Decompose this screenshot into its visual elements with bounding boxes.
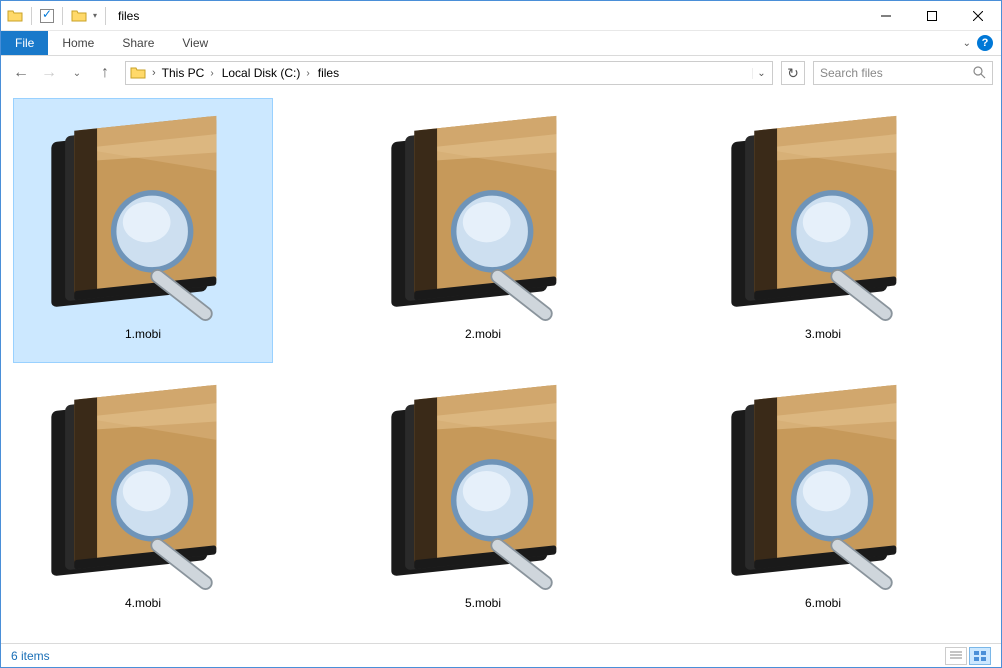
file-item[interactable]: 5.mobi [353,367,613,632]
search-icon [972,65,986,82]
ribbon: File Home Share View ⌄ ? [1,31,1001,56]
mobi-file-icon [28,372,258,592]
separator [105,7,106,25]
file-name: 1.mobi [125,327,161,341]
tab-view[interactable]: View [168,31,222,55]
breadcrumb-segment[interactable]: Local Disk (C:) › [218,66,314,80]
mobi-file-icon [368,103,598,323]
file-name: 6.mobi [805,596,841,610]
tab-file[interactable]: File [1,31,48,55]
item-count: 6 items [11,649,50,663]
file-name: 3.mobi [805,327,841,341]
qat-dropdown-icon[interactable]: ▾ [93,11,97,20]
file-name: 5.mobi [465,596,501,610]
separator [31,7,32,25]
navigation-bar: ← → ⌄ ↑ › This PC › Local Disk (C:) › fi… [1,56,1001,90]
quick-access-toolbar: ▾ [7,7,110,25]
close-button[interactable] [955,1,1001,31]
file-name: 4.mobi [125,596,161,610]
file-item[interactable]: 4.mobi [13,367,273,632]
recent-locations-button[interactable]: ⌄ [65,61,89,85]
mobi-file-icon [368,372,598,592]
breadcrumb-label: Local Disk (C:) [222,66,301,80]
help-icon[interactable]: ? [977,35,993,51]
address-dropdown-icon[interactable]: ⌄ [752,68,770,79]
breadcrumb-segment[interactable]: files [314,66,343,80]
chevron-right-icon[interactable]: › [210,68,213,79]
file-grid: 1.mobi 2.mobi 3.mobi 4.mobi 5.mobi 6.mob… [13,98,989,632]
up-button[interactable]: ↑ [93,61,117,85]
search-placeholder: Search files [820,66,883,80]
content-area[interactable]: 1.mobi 2.mobi 3.mobi 4.mobi 5.mobi 6.mob… [1,90,1001,643]
file-item[interactable]: 6.mobi [693,367,953,632]
refresh-button[interactable]: ↻ [781,61,805,85]
breadcrumb-label: This PC [162,66,205,80]
chevron-right-icon[interactable]: › [150,67,158,79]
file-name: 2.mobi [465,327,501,341]
window-controls [863,1,1001,31]
address-bar[interactable]: › This PC › Local Disk (C:) › files ⌄ [125,61,773,85]
folder-icon [71,8,87,24]
minimize-button[interactable] [863,1,909,31]
mobi-file-icon [28,103,258,323]
folder-icon [7,8,23,24]
mobi-file-icon [708,372,938,592]
tab-share[interactable]: Share [108,31,168,55]
properties-qat-icon[interactable] [40,9,54,23]
mobi-file-icon [708,103,938,323]
title-bar: ▾ files [1,1,1001,31]
back-button[interactable]: ← [9,61,33,85]
search-input[interactable]: Search files [813,61,993,85]
forward-button[interactable]: → [37,61,61,85]
folder-icon [130,65,146,81]
file-item[interactable]: 2.mobi [353,98,613,363]
details-view-button[interactable] [945,647,967,665]
breadcrumb-segment[interactable]: This PC › [158,66,218,80]
maximize-button[interactable] [909,1,955,31]
file-item[interactable]: 1.mobi [13,98,273,363]
chevron-right-icon[interactable]: › [306,68,309,79]
large-icons-view-button[interactable] [969,647,991,665]
ribbon-expand-icon[interactable]: ⌄ [963,38,971,49]
file-item[interactable]: 3.mobi [693,98,953,363]
tab-home[interactable]: Home [48,31,108,55]
status-bar: 6 items [1,643,1001,667]
window-title: files [118,9,139,23]
breadcrumb-label: files [318,66,339,80]
separator [62,7,63,25]
